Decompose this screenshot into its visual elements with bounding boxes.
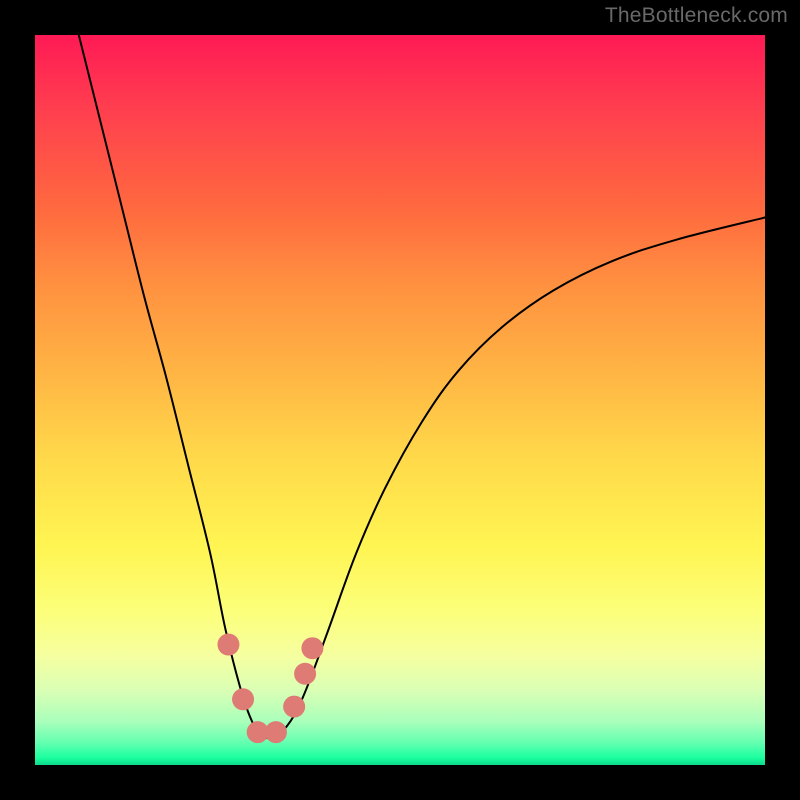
curve-path xyxy=(79,35,765,738)
marker-dot xyxy=(294,663,316,685)
marker-dot xyxy=(232,688,254,710)
marker-dot xyxy=(265,721,287,743)
plot-area xyxy=(35,35,765,765)
marker-dot xyxy=(301,637,323,659)
chart-svg xyxy=(35,35,765,765)
chart-frame: TheBottleneck.com xyxy=(0,0,800,800)
watermark-text: TheBottleneck.com xyxy=(605,4,788,28)
bottleneck-curve xyxy=(79,35,765,738)
marker-dot xyxy=(283,696,305,718)
marker-dot xyxy=(217,634,239,656)
